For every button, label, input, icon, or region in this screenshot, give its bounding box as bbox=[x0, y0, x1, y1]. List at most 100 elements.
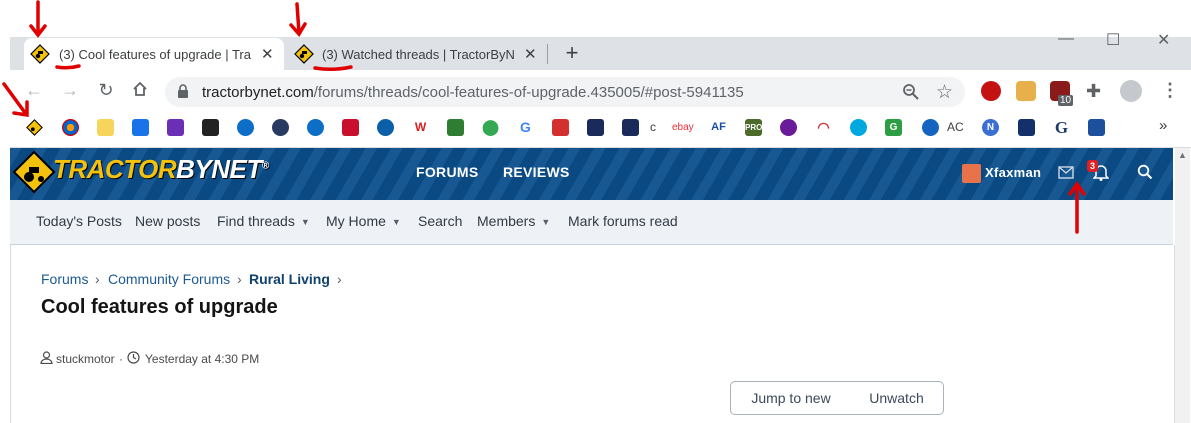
bookmark-mail-icon[interactable] bbox=[167, 119, 184, 136]
bookmark-shield-icon[interactable] bbox=[1018, 119, 1035, 136]
reload-icon[interactable]: ↻ bbox=[94, 80, 118, 101]
clock-icon bbox=[127, 351, 140, 369]
bookmark-red-icon[interactable] bbox=[342, 119, 359, 136]
tab-title: (3) Watched threads | TractorByN bbox=[322, 46, 515, 62]
thread-time[interactable]: Yesterday at 4:30 PM bbox=[145, 352, 259, 366]
bookmark-af-icon[interactable]: AF bbox=[710, 119, 727, 136]
bookmark-att-icon[interactable] bbox=[850, 119, 867, 136]
unwatch-button[interactable]: Unwatch bbox=[850, 381, 944, 415]
breadcrumb-forums[interactable]: Forums bbox=[41, 271, 88, 287]
thread-author[interactable]: stuckmotor bbox=[56, 352, 115, 366]
tab-close-icon[interactable]: ✕ bbox=[524, 45, 537, 63]
bookmarks-overflow-icon[interactable]: » bbox=[1159, 117, 1167, 134]
bookmark-c-label[interactable]: c bbox=[650, 120, 656, 134]
subnav-find-threads[interactable]: Find threads ▼ bbox=[217, 213, 310, 229]
breadcrumb-chevron-icon: › bbox=[237, 271, 242, 287]
tab-title: (3) Cool features of upgrade | Tra bbox=[59, 46, 251, 62]
extension-red-circle-icon[interactable] bbox=[981, 81, 1001, 101]
username[interactable]: Xfaxman bbox=[985, 165, 1041, 180]
subnav-label: New posts bbox=[135, 213, 201, 229]
chevron-down-icon[interactable]: ▼ bbox=[541, 217, 550, 227]
profile-avatar[interactable] bbox=[1120, 80, 1142, 102]
bookmark-globe-icon[interactable] bbox=[922, 119, 939, 136]
maximize-icon[interactable]: ☐ bbox=[1106, 30, 1120, 50]
user-avatar[interactable] bbox=[962, 164, 981, 183]
bookmark-g-serif-icon[interactable]: G bbox=[1053, 119, 1070, 136]
site-logo[interactable]: TRACTORBYNET® bbox=[53, 154, 269, 185]
bookmark-usps-icon[interactable] bbox=[587, 119, 604, 136]
extension-w-icon[interactable] bbox=[1016, 81, 1036, 101]
subnav-label: Find threads bbox=[217, 213, 295, 229]
search-icon[interactable] bbox=[1137, 164, 1153, 185]
bookmark-blue-eye-2-icon[interactable] bbox=[307, 119, 324, 136]
extension-count-badge: 10 bbox=[1058, 95, 1074, 106]
close-window-icon[interactable]: ✕ bbox=[1157, 30, 1170, 50]
extensions-puzzle-icon[interactable]: ✚ bbox=[1086, 81, 1101, 102]
jump-to-new-button[interactable]: Jump to new bbox=[730, 381, 852, 415]
subnav-label: My Home bbox=[326, 213, 386, 229]
bookmark-note-icon[interactable] bbox=[97, 119, 114, 136]
logo-part2: BYNET bbox=[176, 154, 262, 184]
subnav-search[interactable]: Search bbox=[418, 213, 462, 229]
scrollbar[interactable] bbox=[1175, 148, 1190, 423]
subnav-label: Search bbox=[418, 213, 463, 229]
minimize-icon[interactable]: — bbox=[1058, 30, 1074, 48]
annotation-arrow-notifications bbox=[1068, 180, 1086, 234]
url-path: /forums/threads/cool-features-of-upgrade… bbox=[313, 84, 744, 101]
bookmark-pinwheel-icon[interactable] bbox=[62, 119, 79, 136]
breadcrumb-chevron-icon: › bbox=[95, 271, 100, 287]
subnav-label: Members bbox=[477, 213, 536, 229]
annotation-arrow-bookmark bbox=[2, 82, 29, 118]
bookmark-peace-icon[interactable] bbox=[780, 119, 797, 136]
page-title: Cool features of upgrade bbox=[41, 296, 278, 318]
chrome-menu-icon[interactable]: ⋮ bbox=[1161, 80, 1179, 101]
subnav-todays-posts[interactable]: Today's Posts bbox=[36, 213, 122, 229]
bookmark-green-icon[interactable] bbox=[447, 119, 464, 136]
new-tab-button[interactable]: + bbox=[560, 40, 584, 66]
annotation-underline-tab-one bbox=[55, 64, 81, 70]
bookmark-usps-2-icon[interactable] bbox=[622, 119, 639, 136]
bookmark-blue-eye-icon[interactable] bbox=[237, 119, 254, 136]
subnav-label: Today's Posts bbox=[36, 213, 122, 229]
bookmark-dark-circle-icon[interactable] bbox=[272, 119, 289, 136]
bookmark-swirl-icon[interactable] bbox=[377, 119, 394, 136]
bookmark-wa-icon[interactable]: W bbox=[412, 119, 429, 136]
url-host: tractorbynet.com bbox=[202, 84, 314, 101]
bookmark-tv-icon[interactable] bbox=[552, 119, 569, 136]
breadcrumb-community-forums[interactable]: Community Forums bbox=[108, 271, 230, 287]
bookmark-ebay-label[interactable]: ebay bbox=[672, 122, 694, 133]
bookmark-ac-label[interactable]: AC bbox=[947, 120, 964, 134]
subnav-new-posts[interactable]: New posts bbox=[135, 213, 200, 229]
home-icon[interactable] bbox=[128, 81, 152, 102]
lock-icon[interactable] bbox=[177, 84, 189, 104]
bookmark-tractorbynet-icon[interactable] bbox=[26, 119, 43, 136]
tab-close-icon[interactable]: ✕ bbox=[261, 45, 274, 63]
bookmark-flag-icon[interactable] bbox=[1088, 119, 1105, 136]
tab-separator bbox=[547, 44, 548, 64]
subnav-members[interactable]: Members ▼ bbox=[477, 213, 550, 229]
bookmark-pro-icon[interactable]: PRO bbox=[745, 119, 762, 136]
bookmark-n-icon[interactable]: N bbox=[982, 119, 999, 136]
bookmark-chart-icon[interactable] bbox=[202, 119, 219, 136]
nav-reviews[interactable]: REVIEWS bbox=[503, 164, 570, 180]
bookmark-maps-icon[interactable]: ⬤ bbox=[482, 119, 499, 136]
chevron-down-icon[interactable]: ▼ bbox=[392, 217, 401, 227]
url-text[interactable]: tractorbynet.com/forums/threads/cool-fea… bbox=[202, 84, 744, 101]
bookmark-gauge-icon[interactable]: ◠ bbox=[815, 119, 832, 136]
chevron-down-icon[interactable]: ▼ bbox=[301, 217, 310, 227]
bookmark-google-icon[interactable]: G bbox=[517, 119, 534, 136]
annotation-arrow-tab-two bbox=[289, 2, 307, 37]
scroll-up-icon[interactable]: ▲ bbox=[1178, 150, 1187, 160]
forward-icon[interactable]: → bbox=[58, 80, 82, 101]
subnav-label: Mark forums read bbox=[568, 213, 678, 229]
star-icon[interactable]: ☆ bbox=[936, 81, 953, 104]
breadcrumb-rural-living[interactable]: Rural Living bbox=[249, 271, 330, 287]
user-icon bbox=[40, 351, 53, 369]
subnav-mark-forums-read[interactable]: Mark forums read bbox=[568, 213, 678, 229]
nav-forums[interactable]: FORUMS bbox=[416, 164, 478, 180]
bookmark-app-icon[interactable] bbox=[132, 119, 149, 136]
tractor-logo-icon[interactable] bbox=[12, 150, 56, 199]
subnav-my-home[interactable]: My Home ▼ bbox=[326, 213, 401, 229]
zoom-icon[interactable] bbox=[902, 83, 920, 106]
bookmark-g-green-icon[interactable]: G bbox=[885, 119, 902, 136]
